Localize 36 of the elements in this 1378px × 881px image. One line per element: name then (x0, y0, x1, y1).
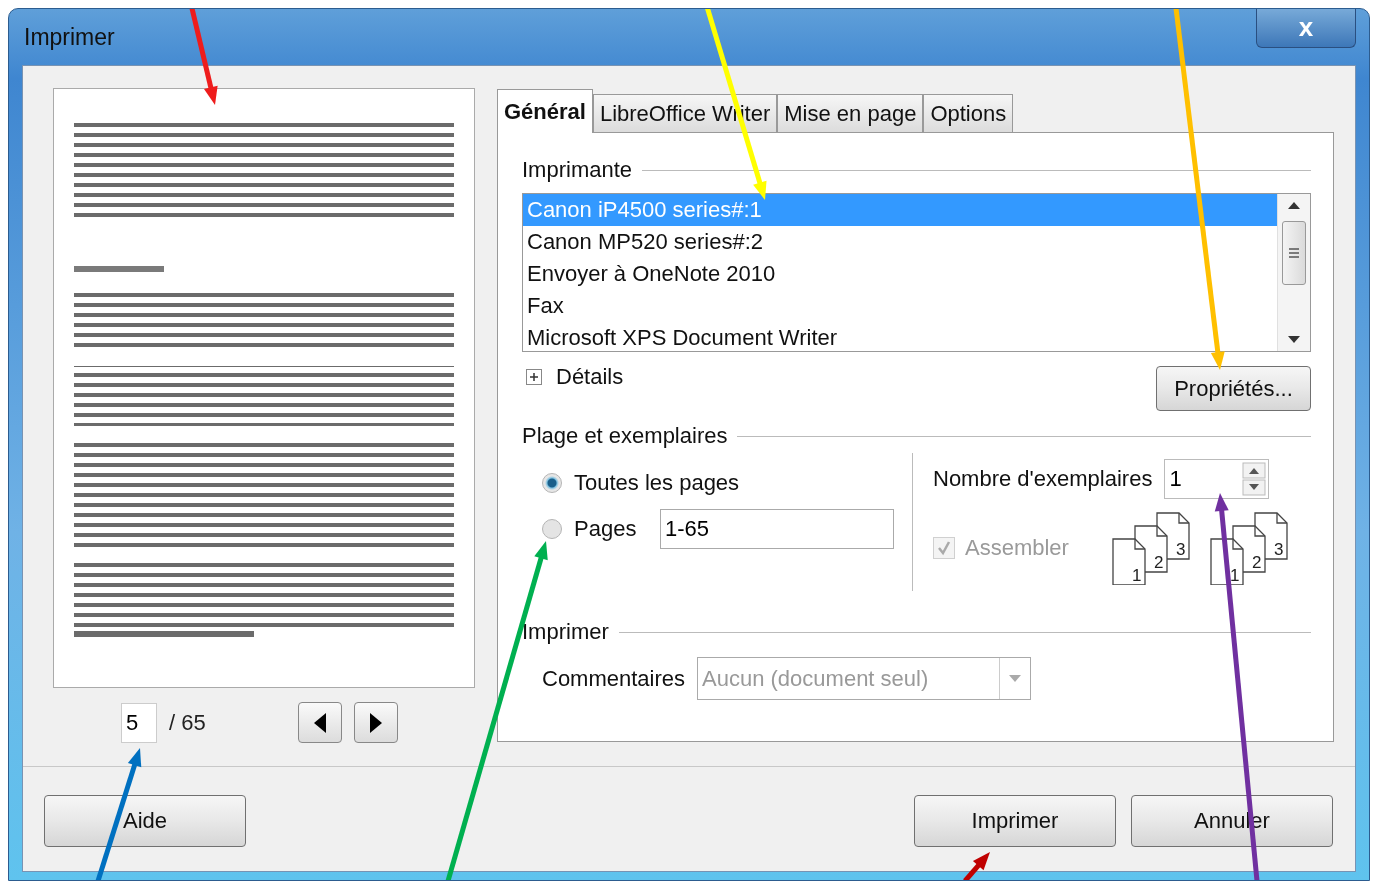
check-icon (935, 539, 953, 557)
right-triangle-icon (367, 711, 384, 734)
copies-label: Nombre d'exemplaires (933, 466, 1153, 492)
scroll-down-icon (1287, 335, 1301, 345)
spin-arrows-icon (1242, 462, 1267, 496)
tab[interactable]: Général (497, 89, 593, 133)
dialog-button[interactable]: Imprimer (914, 795, 1116, 847)
plus-icon (526, 369, 542, 385)
printer-item[interactable]: Canon MP520 series#:2 (523, 226, 1277, 258)
tab[interactable]: Options (923, 94, 1014, 132)
details-expander[interactable]: Détails (522, 364, 628, 390)
radio-button[interactable] (542, 519, 562, 539)
radio-option[interactable]: Pages (542, 516, 652, 542)
caret-icon (1008, 673, 1023, 684)
properties-button[interactable]: Propriétés... (1156, 366, 1311, 411)
copies-spinbox[interactable]: 1 (1164, 459, 1270, 499)
page-number-field[interactable]: 5 (121, 702, 157, 743)
previous-page-button[interactable] (297, 702, 342, 743)
section-heading: Imprimer (522, 619, 609, 645)
section-heading: Plage et exemplaires (522, 423, 728, 449)
window-title: Imprimer (23, 23, 115, 51)
page-total: / 65 (169, 709, 206, 736)
printer-item[interactable]: Envoyer à OneNote 2010 (523, 258, 1277, 290)
radio-button[interactable] (542, 473, 562, 493)
scrollbar[interactable] (1277, 194, 1310, 351)
tab[interactable]: Mise en page (777, 94, 924, 132)
radio-option[interactable]: Toutes les pages (542, 470, 740, 496)
printer-item[interactable]: Fax (523, 290, 1277, 322)
printer-item[interactable]: Microsoft XPS Document Writer (523, 322, 1277, 354)
next-page-button[interactable] (353, 702, 398, 743)
section-heading: Imprimante (522, 157, 633, 183)
pages-field[interactable]: 1-65 (660, 509, 894, 549)
scroll-thumb[interactable] (1282, 220, 1306, 285)
scroll-up-icon (1287, 200, 1301, 210)
dialog-button[interactable]: Aide (44, 795, 246, 847)
comments-label: Commentaires (542, 665, 686, 692)
